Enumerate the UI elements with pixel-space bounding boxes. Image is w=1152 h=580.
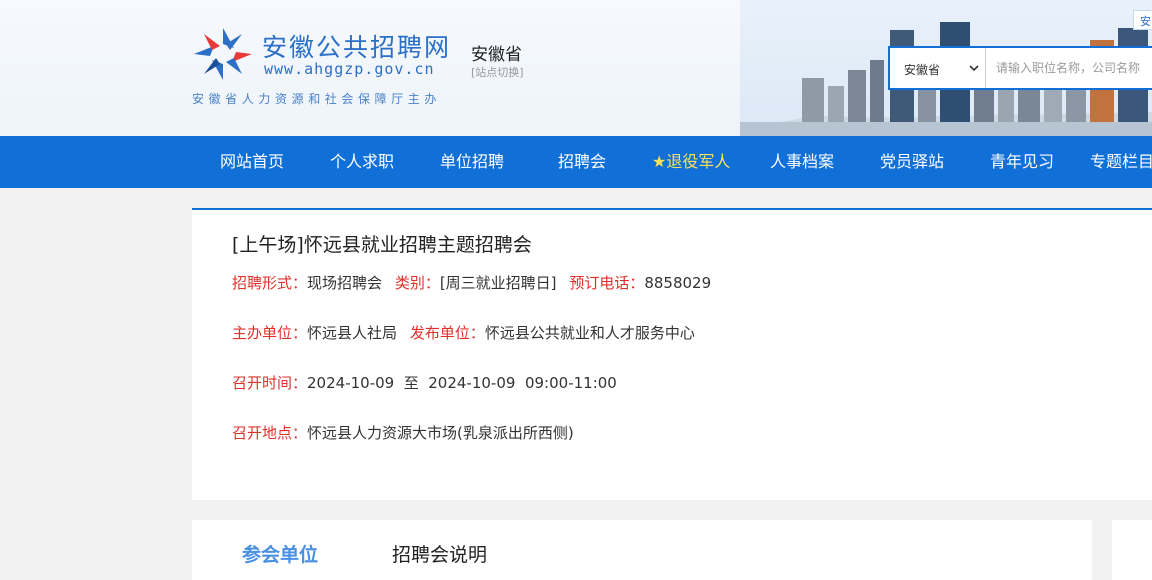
current-site-name: 安徽省 xyxy=(471,45,522,65)
job-fair-info-card: [上午场]怀远县就业招聘主题招聘会 招聘形式：现场招聘会 类别：[周三就业招聘日… xyxy=(192,208,1152,500)
nav-item-job-fair[interactable]: 招聘会 xyxy=(558,136,606,188)
detail-tabs: 参会单位 招聘会说明 xyxy=(192,520,1092,580)
site-header: 安徽公共招聘网 www.ahggzp.gov.cn 安徽省 [站点切换] 安徽省… xyxy=(0,0,1152,136)
nav-item-veterans[interactable]: ★退役军人 xyxy=(652,136,730,188)
site-switch-link[interactable]: [站点切换] xyxy=(471,64,524,80)
region-select-value: 安徽省 xyxy=(904,63,941,77)
info-row-time: 召开时间：2024-10-09 至 2024-10-09 09:00-11:00 xyxy=(232,372,617,393)
job-fair-title: [上午场]怀远县就业招聘主题招聘会 xyxy=(232,234,532,256)
search-bar: 安徽省 xyxy=(888,46,1152,90)
nav-item-home[interactable]: 网站首页 xyxy=(220,136,284,188)
form-label: 招聘形式： xyxy=(232,274,308,292)
category-label: 类别： xyxy=(394,274,440,292)
chevron-down-icon xyxy=(969,65,979,72)
publisher-value: 怀远县公共就业和人才服务中心 xyxy=(484,324,695,342)
time-value: 2024-10-09 至 2024-10-09 09:00-11:00 xyxy=(307,374,617,392)
info-row-form: 招聘形式：现场招聘会 类别：[周三就业招聘日] 预订电话：8858029 xyxy=(232,272,711,293)
nav-item-job-seeking[interactable]: 个人求职 xyxy=(330,136,394,188)
side-panel xyxy=(1112,520,1152,580)
site-logo-icon[interactable] xyxy=(192,26,254,82)
sponsor-text: 安徽省人力资源和社会保障厅主办 xyxy=(192,92,442,106)
info-row-place: 召开地点：怀远县人力资源大市场(乳泉派出所西侧) xyxy=(232,422,574,443)
logo-title[interactable]: 安徽公共招聘网 xyxy=(262,28,451,64)
publisher-label: 发布单位： xyxy=(409,324,485,342)
nav-item-special-topics[interactable]: 专题栏目 xyxy=(1090,136,1152,188)
host-value: 怀远县人社局 xyxy=(307,324,398,342)
place-label: 召开地点： xyxy=(232,424,308,442)
nav-item-party-station[interactable]: 党员驿站 xyxy=(880,136,944,188)
phone-value: 8858029 xyxy=(644,274,712,292)
place-value: 怀远县人力资源大市场(乳泉派出所西侧) xyxy=(307,424,574,442)
logo-url: www.ahggzp.gov.cn xyxy=(264,60,435,78)
phone-label: 预订电话： xyxy=(569,274,645,292)
category-value: [周三就业招聘日] xyxy=(439,274,557,292)
top-corner-tag[interactable]: 安 xyxy=(1133,10,1152,30)
search-input[interactable] xyxy=(986,48,1152,88)
time-label: 召开时间： xyxy=(232,374,308,392)
nav-item-employer-recruit[interactable]: 单位招聘 xyxy=(440,136,504,188)
form-value: 现场招聘会 xyxy=(307,274,383,292)
nav-item-youth-internship[interactable]: 青年见习 xyxy=(990,136,1054,188)
host-label: 主办单位： xyxy=(232,324,308,342)
main-nav: 网站首页 个人求职 单位招聘 招聘会 ★退役军人 人事档案 党员驿站 青年见习 … xyxy=(0,136,1152,188)
tab-fair-description[interactable]: 招聘会说明 xyxy=(392,540,487,567)
tab-participants[interactable]: 参会单位 xyxy=(242,540,318,567)
nav-item-personnel-files[interactable]: 人事档案 xyxy=(770,136,834,188)
info-row-organizer: 主办单位：怀远县人社局 发布单位：怀远县公共就业和人才服务中心 xyxy=(232,322,695,343)
region-select[interactable]: 安徽省 xyxy=(890,48,986,88)
